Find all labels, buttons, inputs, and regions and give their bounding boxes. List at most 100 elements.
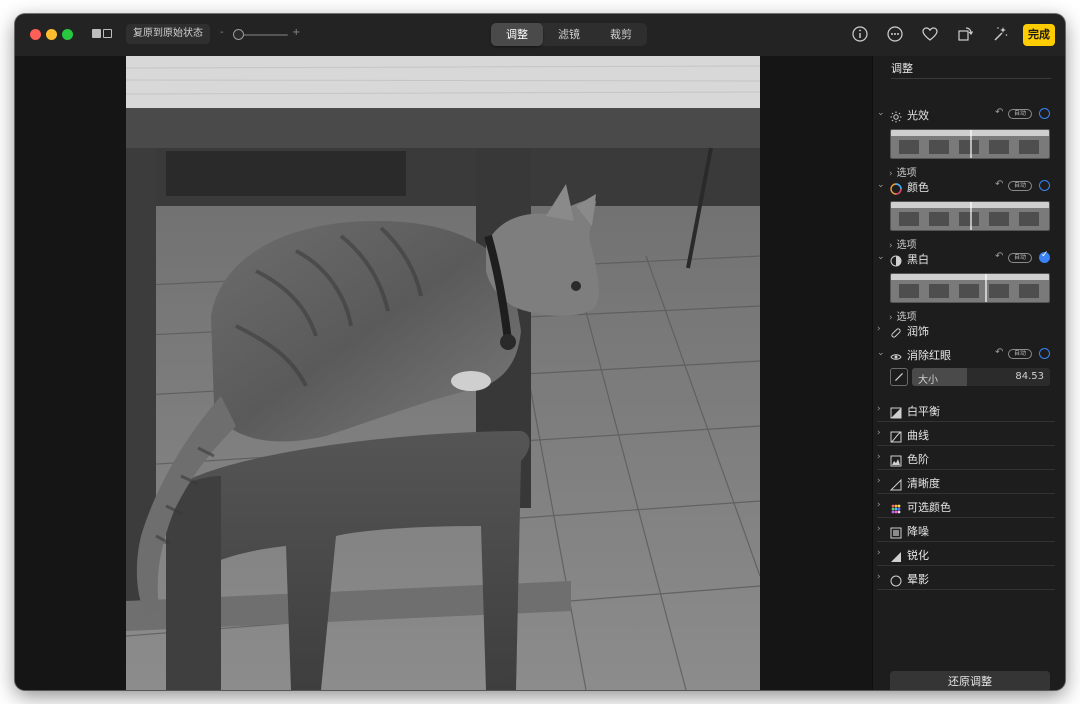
section-label: 可选颜色 (907, 501, 951, 514)
chevron-down-icon[interactable]: ⌄ (877, 348, 885, 358)
section-label: 晕影 (907, 573, 929, 586)
section-label: 锐化 (907, 549, 929, 562)
zoom-slider[interactable]: - + (220, 24, 300, 44)
tab-filters[interactable]: 滤镜 (543, 23, 595, 46)
minimize-window-button[interactable] (46, 29, 57, 40)
section-light-label: 光效 (907, 109, 929, 122)
zoom-in-label: + (292, 27, 301, 38)
red-eye-size-slider[interactable]: 大小 84.53 (912, 368, 1050, 386)
curves-icon (890, 428, 902, 443)
chevron-right-icon: › (877, 404, 881, 414)
fullscreen-window-button[interactable] (62, 29, 73, 40)
reset-adjustments-button[interactable]: 还原调整 (890, 671, 1050, 690)
photos-edit-window: 复原到原始状态 - + 调整 滤镜 裁剪 完成 调整 ⌄ 光效 ↶ 自动 › 选… (15, 14, 1065, 690)
chevron-right-icon: › (877, 476, 881, 486)
size-value: 84.53 (1015, 371, 1044, 382)
photo-cat-on-stool[interactable] (126, 56, 760, 690)
section-levels[interactable]: › 色阶 (877, 446, 1055, 470)
heart-icon[interactable] (921, 25, 939, 43)
chevron-down-icon[interactable]: ⌄ (877, 180, 885, 190)
revert-to-original-button[interactable]: 复原到原始状态 (126, 24, 210, 44)
enable-toggle[interactable] (1039, 108, 1050, 119)
compare-view-toggle-icon[interactable] (92, 28, 114, 40)
section-noise-reduction[interactable]: › 降噪 (877, 518, 1055, 542)
color-wheel-icon (890, 180, 902, 195)
bandage-icon (890, 324, 902, 338)
toolbar: 复原到原始状态 - + 调整 滤镜 裁剪 完成 (15, 14, 1065, 56)
section-color-label: 颜色 (907, 181, 929, 194)
chevron-right-icon: › (877, 500, 881, 510)
color-options[interactable]: › 选项 (889, 236, 917, 251)
section-label: 降噪 (907, 525, 929, 538)
section-light[interactable]: ⌄ 光效 ↶ 自动 (877, 106, 1057, 124)
vignette-icon (890, 572, 902, 587)
section-black-white[interactable]: ⌄ 黑白 ↶ 自动 (877, 250, 1057, 268)
noise-reduction-icon (890, 524, 902, 539)
chevron-right-icon: › (877, 428, 881, 438)
auto-button[interactable]: 自动 (1008, 349, 1032, 359)
auto-button[interactable]: 自动 (1008, 181, 1032, 191)
black-white-options[interactable]: › 选项 (889, 308, 917, 323)
section-red-eye-label: 消除红眼 (907, 349, 951, 362)
section-sharpen[interactable]: › 锐化 (877, 542, 1055, 566)
undo-icon[interactable]: ↶ (995, 347, 1003, 358)
chevron-down-icon[interactable]: ⌄ (877, 252, 885, 262)
half-circle-icon (890, 252, 902, 267)
rotate-icon[interactable] (956, 25, 974, 43)
more-icon[interactable] (886, 25, 904, 43)
undo-icon[interactable]: ↶ (995, 251, 1003, 262)
zoom-out-label: - (220, 27, 224, 38)
tab-adjust[interactable]: 调整 (491, 23, 543, 46)
chevron-right-icon: › (877, 524, 881, 534)
sidebar-title: 调整 (891, 62, 913, 75)
levels-icon (890, 452, 902, 467)
section-retouch[interactable]: › 润饰 (877, 322, 1057, 340)
brush-icon[interactable] (890, 368, 908, 386)
section-definition[interactable]: › 清晰度 (877, 470, 1055, 494)
section-label: 色阶 (907, 453, 929, 466)
auto-button[interactable]: 自动 (1008, 253, 1032, 263)
section-red-eye[interactable]: ⌄ 消除红眼 ↶ 自动 (877, 346, 1057, 364)
chevron-right-icon[interactable]: › (877, 324, 881, 334)
tab-crop[interactable]: 裁剪 (595, 23, 647, 46)
light-filmstrip[interactable] (890, 129, 1050, 159)
chevron-right-icon: › (877, 548, 881, 558)
black-white-filmstrip[interactable] (890, 273, 1050, 303)
adjust-sidebar: 调整 ⌄ 光效 ↶ 自动 › 选项 ⌄ 颜色 ↶ 自动 › 选项 ⌄ 黑白 ↶ … (872, 56, 1065, 690)
size-label: 大小 (918, 375, 938, 386)
section-selective-color[interactable]: › 可选颜色 (877, 494, 1055, 518)
magic-wand-icon[interactable] (991, 25, 1009, 43)
info-icon[interactable] (851, 25, 869, 43)
section-label: 曲线 (907, 429, 929, 442)
sidebar-divider (891, 78, 1051, 79)
undo-icon[interactable]: ↶ (995, 107, 1003, 118)
eye-icon (890, 348, 902, 360)
red-eye-size-row: 大小 84.53 (890, 368, 1050, 388)
selective-color-icon (890, 500, 902, 514)
section-color[interactable]: ⌄ 颜色 ↶ 自动 (877, 178, 1057, 196)
section-retouch-label: 润饰 (907, 325, 929, 338)
chevron-right-icon: › (877, 452, 881, 462)
color-filmstrip[interactable] (890, 201, 1050, 231)
enable-toggle[interactable] (1039, 180, 1050, 191)
white-balance-icon (890, 404, 902, 419)
photo-canvas (15, 56, 872, 690)
section-label: 白平衡 (907, 405, 940, 418)
enable-toggle[interactable] (1039, 348, 1050, 359)
undo-icon[interactable]: ↶ (995, 179, 1003, 190)
enable-toggle-checked[interactable] (1039, 250, 1050, 263)
section-vignette[interactable]: › 晕影 (877, 566, 1055, 590)
zoom-slider-knob[interactable] (233, 29, 244, 40)
close-window-button[interactable] (30, 29, 41, 40)
light-options[interactable]: › 选项 (889, 164, 917, 179)
chevron-right-icon: › (877, 572, 881, 582)
auto-button[interactable]: 自动 (1008, 109, 1032, 119)
chevron-down-icon[interactable]: ⌄ (877, 108, 885, 118)
edit-mode-tabs: 调整 滤镜 裁剪 (491, 23, 647, 46)
section-label: 清晰度 (907, 477, 940, 490)
done-button[interactable]: 完成 (1023, 24, 1055, 46)
sun-icon (890, 108, 902, 123)
section-white-balance[interactable]: › 白平衡 (877, 398, 1055, 422)
sharpen-icon (890, 548, 902, 562)
section-curves[interactable]: › 曲线 (877, 422, 1055, 446)
